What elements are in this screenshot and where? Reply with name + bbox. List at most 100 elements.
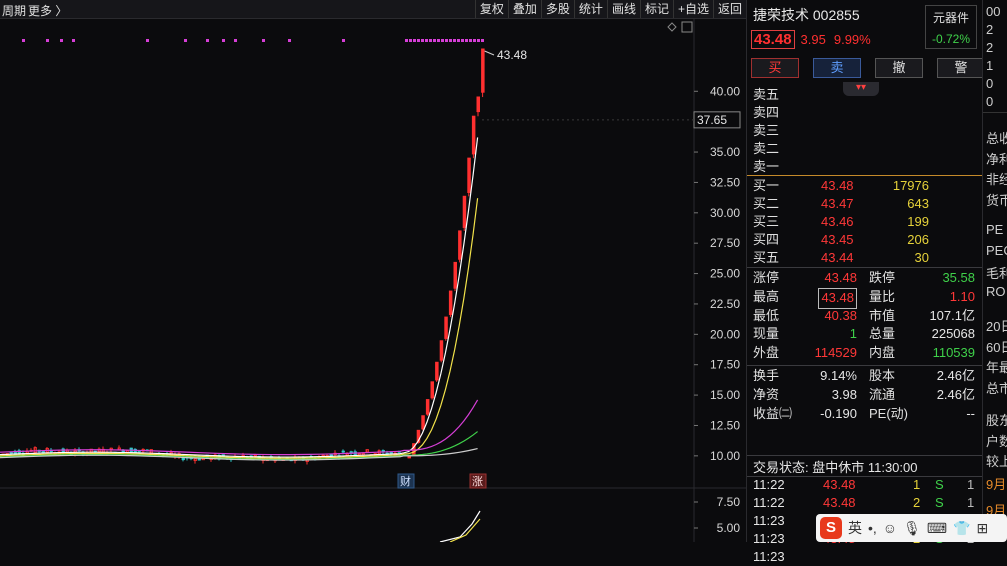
toolbar-button[interactable]: 统计	[573, 0, 607, 18]
finance-item[interactable]: 总收	[986, 128, 1007, 147]
ma10-line	[0, 198, 479, 459]
bid-label: 买四	[753, 232, 780, 247]
ime-toolbar[interactable]: S 英 •, ☺ 🎙 ⌨ 👕 ⊞	[816, 514, 1007, 542]
ime-item-icon[interactable]: ☺	[883, 520, 897, 536]
stat-label: 外盘	[753, 345, 780, 361]
ime-item-icon[interactable]: 🎙	[903, 520, 921, 537]
tick-row: 11:22 43.48 2 S 1	[747, 494, 983, 512]
trade-buttons: 买 卖 撤 警	[751, 58, 985, 78]
stat-value: 40.38	[824, 307, 857, 323]
more-menu[interactable]: 更多 〉	[28, 2, 67, 19]
y-tick-label: 10.00	[710, 449, 740, 463]
toolbar-button[interactable]: 标记	[639, 0, 673, 18]
finance-item[interactable]: 户数	[986, 431, 1007, 450]
signal-dot	[206, 39, 209, 42]
toolbar-button[interactable]: 复权	[474, 0, 508, 18]
finance-item[interactable]: 较上	[986, 451, 1007, 470]
finance-top-value: 2	[986, 22, 994, 37]
toolbar-button[interactable]: 叠加	[507, 0, 541, 18]
bid-price: 43.46	[821, 214, 854, 229]
finance-date-item[interactable]: 9月	[986, 474, 1006, 493]
finance-top-value: 2	[986, 40, 994, 55]
y-tick-label: 35.00	[710, 145, 740, 159]
cancel-button[interactable]: 撤	[875, 58, 923, 78]
bid-price: 43.45	[821, 232, 854, 247]
tick-time: 11:23	[753, 513, 785, 528]
diamond-icon	[667, 22, 677, 32]
period-tab[interactable]: 周期	[2, 2, 26, 19]
bid-book: 买一 43.48 17976 买二 43.47 643 买三 43.46 199 买四 43.45 2…	[747, 177, 983, 267]
finance-item[interactable]: 年最	[986, 357, 1007, 376]
candle-body	[439, 340, 444, 361]
stat-value: -0.190	[820, 405, 857, 421]
candle-body	[425, 399, 430, 415]
book-divider	[747, 175, 983, 176]
high-label: 43.48	[497, 48, 527, 62]
stat-label: 总量	[869, 326, 896, 342]
sector-box[interactable]: 元器件 -0.72%	[925, 5, 977, 49]
bid-row: 买三 43.46 199	[747, 213, 983, 231]
stats-block-2: 换手 9.14% 股本 2.46亿 净资 3.98 流通 2.46亿 收益㈡ -0.190 PE(动…	[747, 367, 983, 423]
signal-dot	[184, 39, 187, 42]
tick-time: 11:22	[753, 495, 785, 510]
stat-value: 2.46亿	[936, 386, 975, 402]
buy-button[interactable]: 买	[751, 58, 799, 78]
finance-item[interactable]: 非经	[986, 169, 1007, 188]
candle-body	[9, 451, 13, 454]
signal-dot	[413, 39, 416, 42]
finance-item[interactable]: 毛利	[986, 263, 1007, 282]
candle-body	[458, 230, 462, 260]
toolbar-button[interactable]: 返回	[712, 0, 746, 18]
signal-dot	[72, 39, 75, 42]
stat-label: 现量	[753, 326, 780, 342]
sector-name: 元器件	[932, 11, 969, 25]
y-tick-label: 20.00	[710, 327, 740, 341]
finance-item[interactable]: 货币	[986, 190, 1007, 209]
sell-button[interactable]: 卖	[813, 58, 861, 78]
finance-item[interactable]: 股东	[986, 410, 1007, 429]
stat-value: 2.46亿	[936, 368, 975, 383]
stat-row: 收益㈡ -0.190 PE(动) --	[747, 405, 983, 424]
alert-button[interactable]: 警	[937, 58, 985, 78]
y-tick-label: 32.50	[710, 175, 740, 189]
ime-item-icon[interactable]: •,	[868, 520, 877, 536]
finance-panel: 0022100总收净利非经货币PEPEC毛利RO20日60日年最总市股东户数较上…	[982, 0, 1007, 542]
toolbar-button[interactable]: +自选	[672, 0, 713, 18]
finance-top-value: 0	[986, 76, 994, 91]
finance-item[interactable]: PEC	[986, 243, 1007, 258]
signal-dot	[425, 39, 428, 42]
finance-item[interactable]: PE	[986, 222, 1003, 237]
finance-item[interactable]: RO	[986, 284, 1006, 299]
stat-row: 净资 3.98 流通 2.46亿	[747, 386, 983, 405]
kline-chart[interactable]: 40.0037.5035.0032.5030.0027.5025.0022.50…	[0, 19, 746, 543]
signal-dot	[469, 39, 472, 42]
stat-label: 市值	[869, 307, 896, 323]
tick-price: 43.48	[823, 495, 856, 510]
ime-item-icon[interactable]: ⌨	[927, 520, 947, 537]
finance-item[interactable]: 60日	[986, 337, 1007, 356]
finance-top-value: 00	[986, 4, 1001, 19]
signal-dot	[417, 39, 420, 42]
ime-item-icon[interactable]: 👕	[953, 520, 970, 537]
signal-dot	[234, 39, 237, 42]
ime-item-icon[interactable]: 英	[848, 518, 862, 538]
current-price-tag: 37.65	[697, 113, 727, 127]
stat-value: 43.48	[818, 287, 857, 309]
tool-buttons: 复权 叠加 多股 统计 画线 标记 +自选 返回	[474, 0, 746, 18]
ime-item-icon[interactable]: ⊞	[977, 520, 989, 537]
y-tick-label: 5.00	[717, 521, 741, 535]
candle-body	[448, 290, 453, 315]
trade-status: 交易状态: 盘中休市 11:30:00	[753, 460, 918, 475]
sogou-logo-icon[interactable]: S	[820, 517, 842, 539]
toolbar-button[interactable]: 画线	[606, 0, 640, 18]
signal-dot	[46, 39, 49, 42]
finance-item[interactable]: 净利	[986, 149, 1007, 168]
finance-item[interactable]: 总市	[986, 378, 1007, 397]
stock-name: 捷荣技术	[753, 7, 809, 23]
kline-svg[interactable]: 40.0037.5035.0032.5030.0027.5025.0022.50…	[0, 19, 746, 543]
y-tick-label: 15.00	[710, 388, 740, 402]
signal-dot	[288, 39, 291, 42]
divider	[747, 455, 983, 456]
finance-item[interactable]: 20日	[986, 316, 1007, 335]
toolbar-button[interactable]: 多股	[540, 0, 574, 18]
